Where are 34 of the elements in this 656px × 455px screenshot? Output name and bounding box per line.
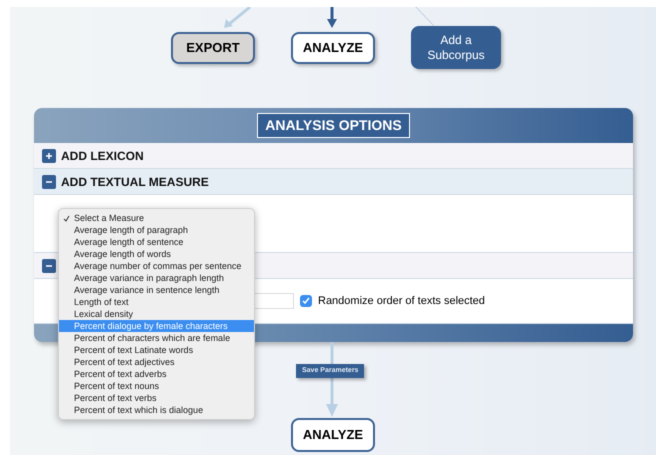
check-icon (63, 214, 70, 222)
menu-option[interactable]: Average length of paragraph (59, 224, 254, 236)
flow-button[interactable]: ANALYZE (291, 418, 375, 452)
menu-option[interactable]: Percent of text verbs (59, 392, 254, 404)
flow-button[interactable]: Add a Subcorpus (411, 26, 501, 69)
menu-option[interactable]: Percent of text Latinate words (59, 344, 254, 356)
menu-option[interactable]: Select a Measure (59, 212, 254, 224)
connector-line (415, 7, 435, 27)
check-icon (302, 297, 310, 305)
menu-option[interactable]: Average length of words (59, 248, 254, 260)
plus-icon (45, 152, 53, 160)
menu-option[interactable]: Length of text (59, 296, 254, 308)
collapse-button[interactable] (42, 258, 56, 272)
menu-option[interactable]: Percent of text adverbs (59, 368, 254, 380)
menu-option[interactable]: Percent of text adjectives (59, 356, 254, 368)
arrow-icon (222, 7, 252, 29)
collapse-button[interactable] (42, 174, 56, 188)
menu-option[interactable]: Lexical density (59, 308, 254, 320)
flow-button[interactable]: ANALYZE (291, 32, 375, 64)
checkbox[interactable] (300, 295, 312, 307)
section-title: ADD LEXICON (61, 148, 144, 164)
menu-option[interactable]: Percent of characters which are female (59, 332, 254, 344)
section-title: ADD TEXTUAL MEASURE (61, 174, 209, 190)
menu-option[interactable]: Average length of sentence (59, 236, 254, 248)
menu-option[interactable]: Percent of text which is dialogue (59, 404, 254, 416)
menu-option[interactable]: Average variance in paragraph length (59, 272, 254, 284)
flow-button[interactable]: EXPORT (171, 32, 255, 64)
menu-option[interactable]: Average number of commas per sentence (59, 260, 254, 272)
menu-option[interactable]: Average variance in sentence length (59, 284, 254, 296)
menu-option[interactable]: Percent of text nouns (59, 380, 254, 392)
arrow-icon (326, 7, 338, 29)
panel-title: ANALYSIS OPTIONS (257, 113, 410, 138)
expand-button[interactable] (42, 148, 56, 162)
checkbox-label: Randomize order of texts selected (318, 294, 485, 309)
